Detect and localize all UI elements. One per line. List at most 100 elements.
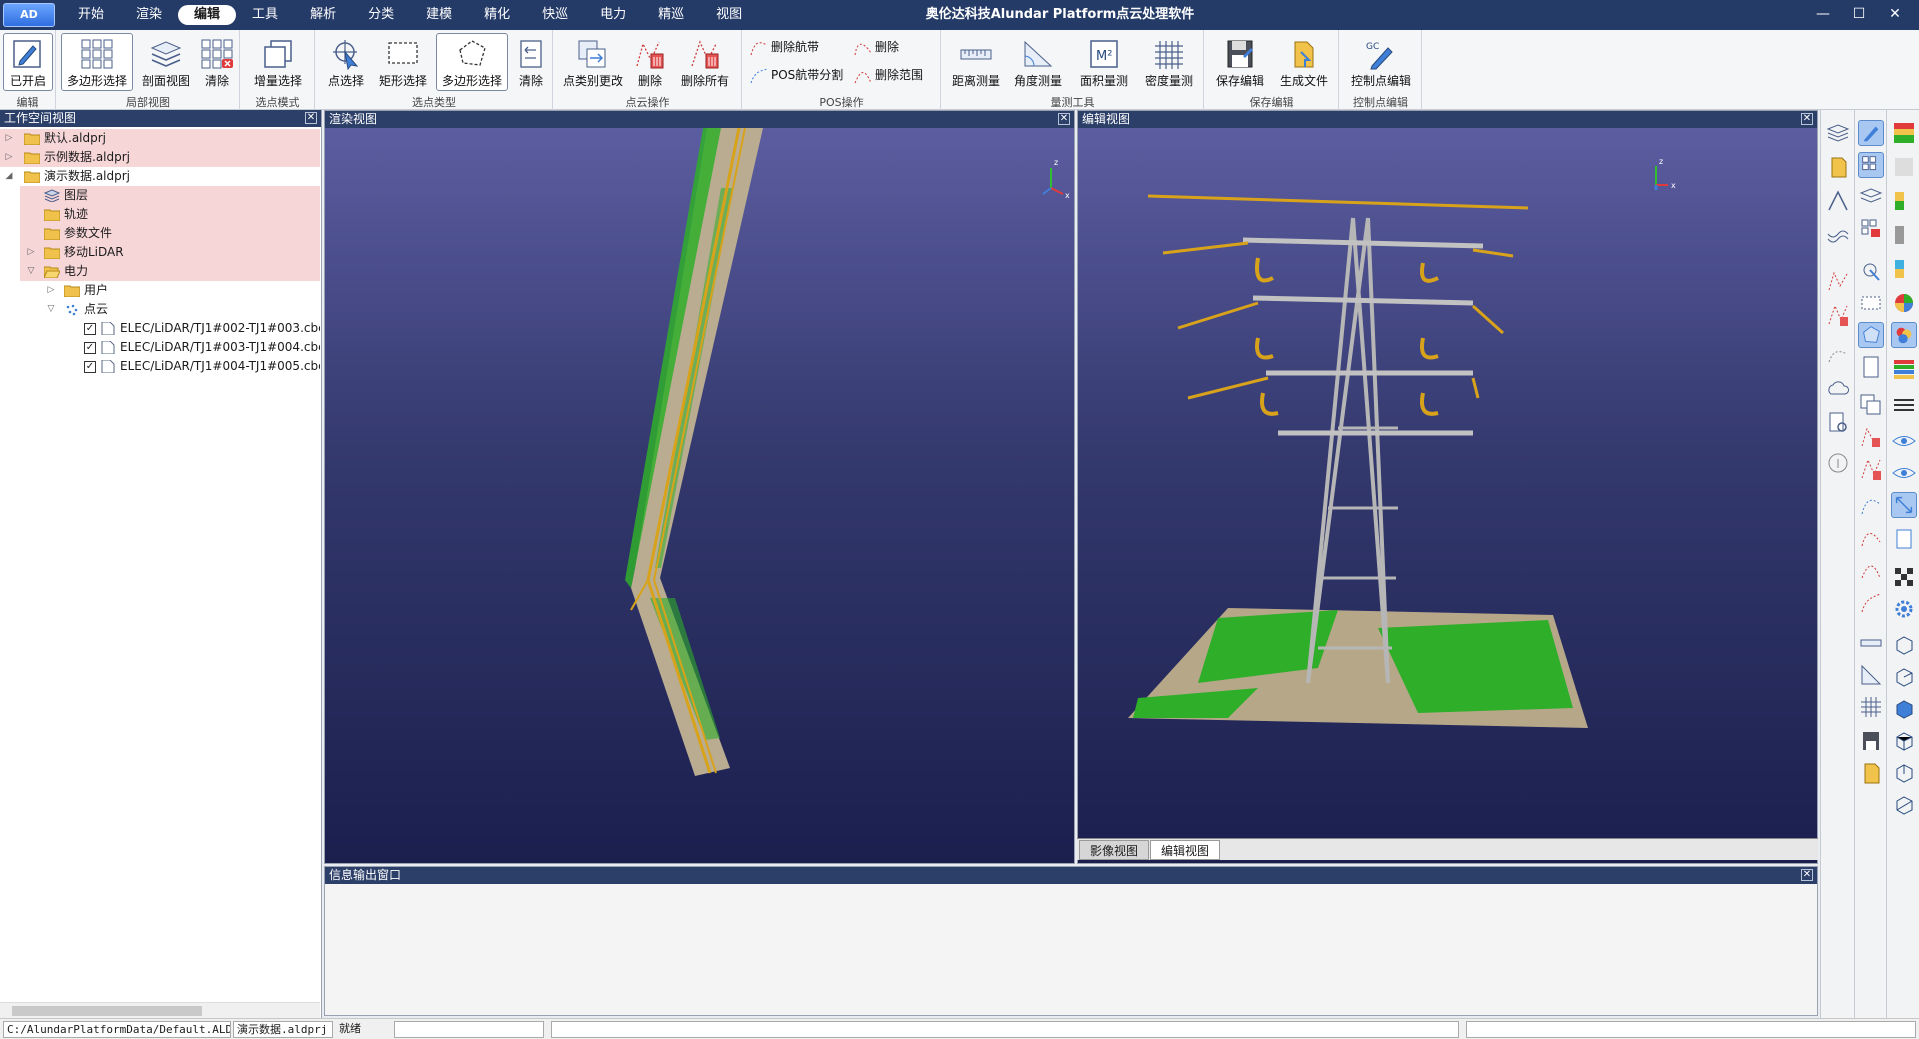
render-view-close-icon[interactable]: ✕ (1058, 113, 1070, 125)
save-edit-button[interactable]: 保存编辑 (1209, 33, 1271, 91)
delete-all-tool-icon[interactable] (1825, 302, 1851, 328)
curve-tool-icon[interactable] (1858, 494, 1884, 520)
save-tool-icon[interactable] (1858, 728, 1884, 754)
generate-file-button[interactable]: 生成文件 (1273, 33, 1335, 91)
search-doc-tool-icon[interactable] (1825, 410, 1851, 436)
ctrl-point-edit-button[interactable]: GC 控制点编辑 (1344, 33, 1418, 91)
clear-local-button[interactable]: 清除 (197, 33, 237, 91)
gray-ramp-tool-icon[interactable] (1891, 154, 1917, 180)
profile-tool-icon[interactable] (1858, 184, 1884, 210)
ruler-tool-icon[interactable] (1858, 630, 1884, 656)
tree-node-cbc-file-2[interactable]: ✓ ELEC/LiDAR/TJ1#003-TJ1#004.cbc (84, 338, 320, 357)
menu-tab-quick-patrol[interactable]: 快巡 (526, 5, 584, 25)
delete-flightband-button[interactable]: 删除航带 (749, 36, 819, 58)
eye-tool-icon[interactable] (1891, 428, 1917, 454)
layers-tool-icon[interactable] (1825, 120, 1851, 146)
cube-view-4-icon[interactable] (1891, 728, 1917, 754)
delete-curve-tool-icon[interactable] (1825, 268, 1851, 294)
edit-view-close-icon[interactable]: ✕ (1801, 113, 1813, 125)
minimize-button[interactable]: — (1805, 0, 1841, 30)
layer-checkbox[interactable]: ✓ (84, 322, 96, 335)
edit-canvas[interactable]: z x (1078, 128, 1817, 841)
color-rainbow-tool-icon[interactable] (1891, 120, 1917, 146)
intensity-tool-icon[interactable] (1891, 222, 1917, 248)
tree-node-cbc-file-1[interactable]: ✓ ELEC/LiDAR/TJ1#002-TJ1#003.cbc (84, 319, 320, 338)
collapse-arrow-icon[interactable]: ▽ (26, 262, 36, 281)
clear-select-button[interactable]: 清除 (512, 33, 550, 91)
menu-tab-parse[interactable]: 解析 (294, 5, 352, 25)
grid-clear-tool-icon[interactable] (1858, 216, 1884, 242)
wave-tool-icon[interactable] (1825, 222, 1851, 248)
collapse-arrow-icon[interactable]: ◢ (4, 167, 14, 186)
cube-view-3-icon[interactable] (1891, 696, 1917, 722)
tree-node-default-project[interactable]: ▷ 默认.aldprj (0, 129, 320, 148)
delete-all-tool-icon[interactable] (1858, 456, 1884, 482)
layer-checkbox[interactable]: ✓ (84, 341, 96, 354)
delete-all-button[interactable]: 删除所有 (672, 33, 738, 91)
tree-node-cbc-file-3[interactable]: ✓ ELEC/LiDAR/TJ1#004-TJ1#005.cbc (84, 357, 320, 376)
menu-tab-classify[interactable]: 分类 (352, 5, 410, 25)
close-button[interactable]: ✕ (1877, 0, 1913, 30)
enabled-button[interactable]: 已开启 (3, 33, 53, 91)
incremental-select-button[interactable]: 增量选择 (247, 33, 309, 91)
menu-tab-fine-patrol[interactable]: 精巡 (642, 5, 700, 25)
rect-select-button[interactable]: 矩形选择 (374, 33, 432, 91)
eye-alt-tool-icon[interactable] (1891, 460, 1917, 486)
menu-tab-refine[interactable]: 精化 (468, 5, 526, 25)
menu-tab-render[interactable]: 渲染 (120, 5, 178, 25)
app-logo[interactable]: AD (3, 3, 55, 27)
page-tool-icon[interactable] (1891, 526, 1917, 552)
grid-select-tool-icon[interactable] (1858, 152, 1884, 178)
info-tool-icon[interactable] (1825, 450, 1851, 476)
tree-node-trajectory[interactable]: 轨迹 (20, 205, 320, 224)
tree-node-mobile-lidar[interactable]: ▷ 移动LiDAR (20, 243, 320, 262)
rgb-color-tool-icon[interactable] (1891, 322, 1917, 348)
stack-tool-icon[interactable] (1891, 392, 1917, 418)
area-measure-button[interactable]: M² 面积量测 (1072, 33, 1136, 91)
tree-node-demo-project[interactable]: ◢ 演示数据.aldprj (0, 167, 320, 186)
checker-tool-icon[interactable] (1891, 564, 1917, 590)
point-select-tool-icon[interactable] (1858, 258, 1884, 284)
menu-tab-model[interactable]: 建模 (410, 5, 468, 25)
tree-node-user[interactable]: ▷ 用户 (40, 281, 320, 300)
delete-range-button[interactable]: 删除范围 (853, 64, 923, 86)
layer-checkbox[interactable]: ✓ (84, 360, 96, 373)
tree-node-point-cloud[interactable]: ▽ 点云 (40, 300, 320, 319)
rect-select-tool-icon[interactable] (1858, 290, 1884, 316)
render-canvas[interactable]: z x (325, 128, 1074, 863)
color-wheel-tool-icon[interactable] (1891, 290, 1917, 316)
elevation-color-tool-icon[interactable] (1891, 188, 1917, 214)
menu-tab-power[interactable]: 电力 (584, 5, 642, 25)
edit-view[interactable]: 编辑视图 ✕ z x (1077, 110, 1818, 864)
curve-range-tool-icon[interactable] (1858, 558, 1884, 584)
delete-pos-button[interactable]: 删除 (853, 36, 899, 58)
cube-view-2-icon[interactable] (1891, 664, 1917, 690)
classification-color-tool-icon[interactable] (1891, 256, 1917, 282)
generate-file-tool-icon[interactable] (1858, 760, 1884, 786)
profile-view-button[interactable]: 剖面视图 (137, 33, 195, 91)
expand-arrow-icon[interactable]: ▷ (46, 281, 56, 300)
class-change-tool-icon[interactable] (1858, 392, 1884, 418)
render-view[interactable]: 渲染视图 ✕ z x (324, 110, 1075, 864)
stripes-color-tool-icon[interactable] (1891, 356, 1917, 382)
class-change-button[interactable]: 点类别更改 (558, 33, 628, 91)
edit-mode-tool-icon[interactable] (1858, 120, 1884, 146)
tree-node-param-files[interactable]: 参数文件 (20, 224, 320, 243)
save-file-tool-icon[interactable] (1825, 154, 1851, 180)
cube-view-5-icon[interactable] (1891, 760, 1917, 786)
scroll-thumb[interactable] (12, 1006, 202, 1016)
zoom-extent-tool-icon[interactable] (1891, 492, 1917, 518)
point-select-button[interactable]: 点选择 (320, 33, 372, 91)
density-measure-button[interactable]: 密度量测 (1138, 33, 1200, 91)
curve-delete-tool-icon[interactable] (1858, 526, 1884, 552)
polygon-select-button[interactable]: 多边形选择 (61, 33, 133, 91)
info-output-panel[interactable]: 信息输出窗口 ✕ (324, 866, 1818, 1016)
pos-split-button[interactable]: POS航带分割 (749, 64, 843, 86)
polygon-select-tool-icon[interactable] (1858, 322, 1884, 348)
info-output-close-icon[interactable]: ✕ (1801, 869, 1813, 881)
polygon-select-type-button[interactable]: 多边形选择 (436, 33, 508, 91)
collapse-arrow-icon[interactable]: ▽ (46, 300, 56, 319)
expand-arrow-icon[interactable]: ▷ (4, 148, 14, 167)
tab-image-view[interactable]: 影像视图 (1079, 840, 1150, 860)
tree-node-sample-project[interactable]: ▷ 示例数据.aldprj (0, 148, 320, 167)
